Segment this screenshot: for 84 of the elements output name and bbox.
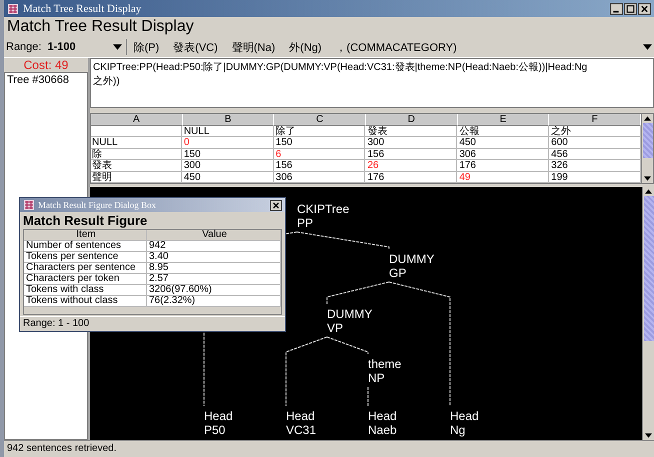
table-cell: 2.57 [147,274,281,285]
token-label: 除(P) [133,40,160,54]
scrollbar[interactable] [641,114,653,183]
table-cell: 150 [182,148,274,160]
table-cell: 除了 [274,126,366,137]
table-cell: Number of sentences [24,241,147,252]
table-cell: 450 [182,172,274,183]
scrollbar[interactable] [642,187,654,440]
status-bar: 942 sentences retrieved. [4,440,654,457]
table-cell: 8.95 [147,263,281,274]
table-cell: 6 [274,148,366,160]
caret-icon [113,44,122,50]
node-label: Head Ng [450,409,479,437]
text-line: 之外)) [93,75,121,89]
table-cell: Tokens with class [24,285,147,296]
column-header[interactable]: Item [24,230,147,241]
dialog-title: Match Result Figure Dialog Box [38,200,156,210]
tree-list-item[interactable]: Tree #30668 [5,73,87,87]
range-label: Range: [5,41,42,53]
cost-label: Cost: 49 [22,58,70,72]
node-label: Head P50 [204,409,233,437]
column-header[interactable]: C [274,114,366,126]
scroll-up-icon[interactable] [644,116,651,120]
table-cell: 156 [274,160,366,172]
table-cell: 456 [549,148,641,160]
column-header[interactable]: Value [147,230,281,241]
table-cell: 600 [549,137,641,148]
node-label: Head Naeb [368,409,397,437]
table-cell: NULL [91,137,182,148]
token-label: ，(COMMACATEGORY) [336,40,457,54]
table-cell: 發表 [365,126,458,137]
token-label: 聲明(Na) [232,40,276,54]
table-cell: 450 [457,137,550,148]
table-cell: 0 [182,137,274,148]
node-label: DUMMY VP [327,307,372,335]
close-icon[interactable] [270,200,282,210]
scroll-down-icon[interactable] [645,433,652,438]
maximize-icon[interactable] [624,2,637,14]
table-cell: 300 [365,137,458,148]
scroll-up-icon[interactable] [645,189,652,194]
node-label: Head VC31 [286,409,316,437]
table-cell: 176 [457,160,550,172]
table-cell: 150 [274,137,366,148]
table-cell: 3.40 [147,252,281,263]
table-cell: 156 [365,148,458,160]
app-icon [23,199,35,211]
window-title: Match Tree Result Display [23,2,142,14]
table-cell: 306 [274,172,366,183]
caret-icon[interactable] [643,44,652,50]
node-label: CKIPTree PP [297,202,350,230]
heading: Match Tree Result Display [6,17,195,37]
table-cell: 49 [457,172,550,183]
column-header[interactable]: B [182,114,274,126]
table-cell: Characters per sentence [24,263,147,274]
token-label: 外(Ng) [289,40,322,54]
close-icon[interactable] [638,2,651,14]
table-cell: 26 [365,160,458,172]
minimize-icon[interactable] [610,2,623,14]
table-cell: 306 [457,148,550,160]
node-label: DUMMY GP [389,252,434,280]
text-line: CKIPTree:PP(Head:P50:除了|DUMMY:GP(DUMMY:VP(Head:VC31:發表|theme:NP(Head:Naeb:公報))|Head:Ng [93,61,588,75]
token-label: 發表(VC) [173,40,218,54]
table-cell: 聲明 [91,172,182,183]
column-header[interactable]: F [549,114,642,126]
scroll-down-icon[interactable] [644,176,651,181]
dialog-status: Range: 1 - 100 [20,316,285,331]
table-cell: 326 [549,160,641,172]
dialog-heading: Match Result Figure [22,212,148,229]
table-cell: 發表 [91,160,182,172]
table-cell: NULL [182,126,274,137]
table-cell: Characters per token [24,274,147,285]
table-cell: 3206(97.60%) [147,285,281,296]
column-header[interactable]: A [91,114,183,126]
table-cell: 199 [549,172,641,183]
app-icon [7,2,19,14]
column-header[interactable]: E [458,114,550,126]
table-cell: 942 [147,241,281,252]
node-label: theme NP [368,357,402,385]
table-cell: Tokens per sentence [24,252,147,263]
table-cell: 除 [91,148,182,160]
table-cell: 176 [365,172,458,183]
table-cell: 公報 [457,126,550,137]
column-header[interactable]: D [366,114,458,126]
table-cell: 300 [182,160,274,172]
